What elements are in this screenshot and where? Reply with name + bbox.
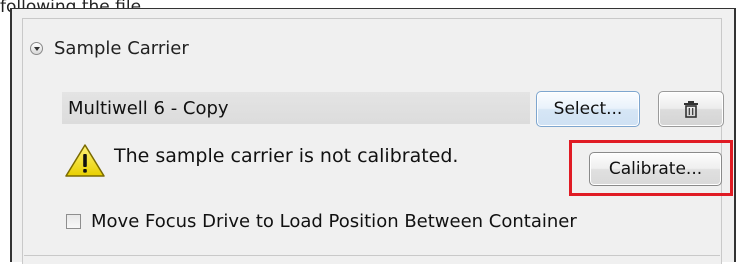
- select-button[interactable]: Select...: [536, 91, 640, 127]
- move-focus-drive-label: Move Focus Drive to Load Position Betwee…: [91, 211, 577, 232]
- warning-triangle-icon: [65, 144, 105, 177]
- calibration-warning: The sample carrier is not calibrated.: [64, 143, 458, 179]
- trash-icon: [684, 101, 698, 118]
- calibrate-button[interactable]: Calibrate...: [589, 152, 722, 186]
- section-header[interactable]: Sample Carrier: [30, 38, 189, 59]
- section-title: Sample Carrier: [54, 38, 189, 59]
- move-focus-drive-checkbox[interactable]: [66, 214, 81, 229]
- sample-carrier-name: Multiwell 6 - Copy: [68, 97, 229, 119]
- warning-message: The sample carrier is not calibrated.: [114, 145, 459, 167]
- collapse-circle-icon[interactable]: [30, 42, 43, 55]
- sample-carrier-name-field: Multiwell 6 - Copy: [62, 92, 530, 124]
- panel-divider: [24, 255, 720, 256]
- move-focus-drive-option[interactable]: Move Focus Drive to Load Position Betwee…: [66, 211, 577, 232]
- delete-button[interactable]: [658, 91, 724, 127]
